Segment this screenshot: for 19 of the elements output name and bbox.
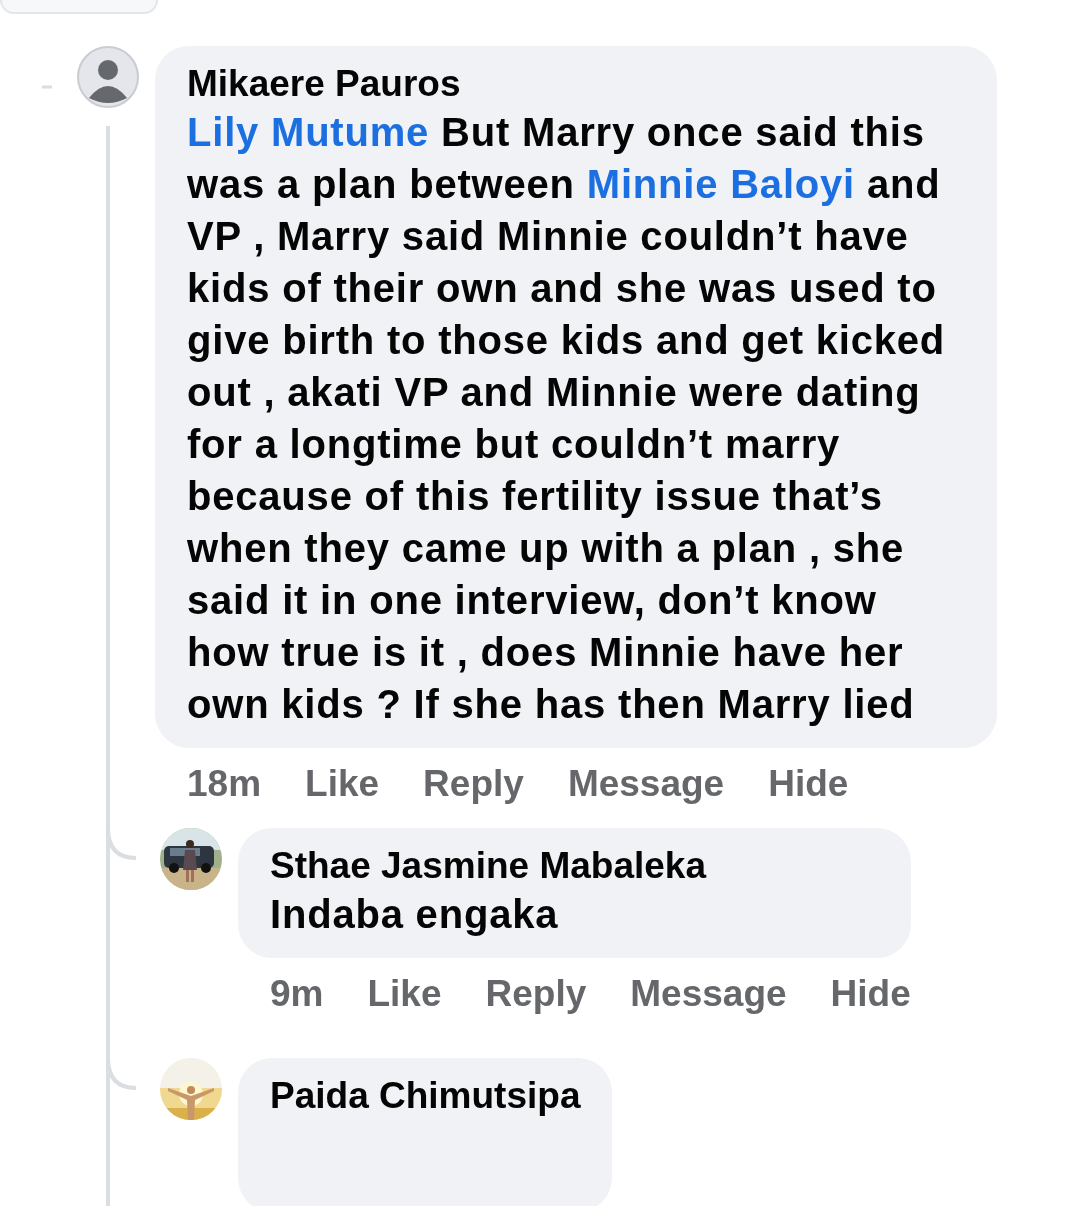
comment-action[interactable]: Message (630, 972, 787, 1016)
comment-text: Lily Mutume But Marry once said this was a plan between Minnie Baloyi and VP , Marry said Minnie couldn’t have kids of their own and she was used to give birth to those kids and get kicked out , akati VP and Minnie were dating for a longtime but couldn’t marry because of this fertility issue that’s when they came up with a plan , she said it in one interview, don’t know how true is it , does Minnie have her own kids ? If she has then Marry lied (187, 109, 947, 728)
comment-text: Indaba engaka (270, 891, 560, 938)
comment-time: 9m (270, 972, 324, 1016)
profile-silhouette-icon (77, 46, 139, 108)
comment-action[interactable]: Reply (485, 972, 587, 1016)
dash-mark (42, 85, 52, 89)
comment-action[interactable]: Reply (423, 762, 524, 806)
mention-link[interactable]: Lily Mutume (187, 110, 430, 154)
comment-author[interactable]: Paida Chimutsipa (270, 1074, 581, 1118)
mention-link[interactable]: Minnie Baloyi (586, 162, 855, 206)
comment-action[interactable]: Like (305, 762, 380, 806)
comment-action[interactable]: Hide (768, 762, 849, 806)
comment-action[interactable]: Like (367, 972, 442, 1016)
comment-action[interactable]: Hide (830, 972, 911, 1016)
comment-author[interactable]: Sthae Jasmine Mabaleka (270, 844, 879, 888)
comment-action[interactable]: Message (567, 762, 725, 806)
comment-time: 18m (187, 762, 262, 806)
comment-author[interactable]: Mikaere Pauros (187, 62, 965, 106)
